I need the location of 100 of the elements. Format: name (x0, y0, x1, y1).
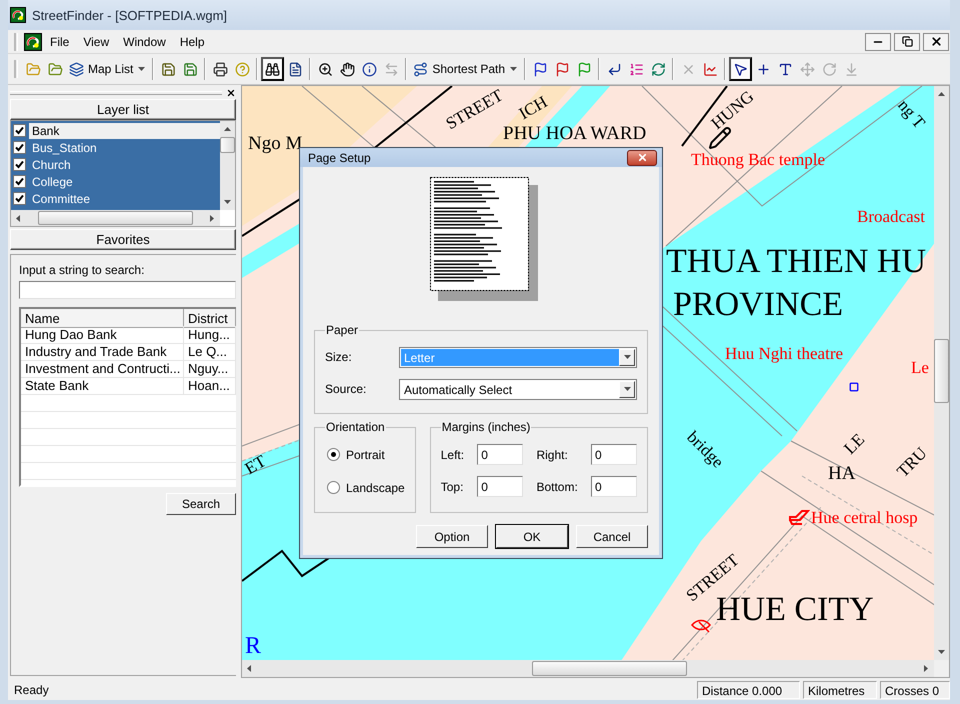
minimize-button[interactable] (865, 32, 891, 50)
table-cell[interactable]: State Bank (21, 377, 184, 394)
layer-list-header[interactable]: Layer list (10, 99, 236, 120)
pointer-icon[interactable] (729, 57, 752, 81)
map-label: PROVINCE (672, 285, 844, 325)
close-icon (636, 152, 648, 163)
radio-label[interactable]: Portrait (346, 448, 385, 462)
down-arrow-icon (223, 198, 232, 206)
map-label: Thuong Bac temple (690, 149, 826, 170)
table-cell[interactable]: Le Q... (184, 343, 236, 360)
column-header[interactable]: Name (21, 309, 184, 328)
dropdown-field[interactable]: Automatically Select (399, 378, 637, 400)
close-button[interactable] (627, 150, 657, 166)
scroll-thumb[interactable] (38, 211, 193, 225)
map-label: HA (827, 462, 856, 486)
vertical-scrollbar[interactable] (220, 121, 235, 210)
field-label: Left: (440, 448, 464, 462)
close-icon (930, 35, 942, 48)
checkbox[interactable] (13, 124, 26, 137)
checkbox[interactable] (13, 158, 26, 171)
margin-field[interactable]: 0 (591, 444, 637, 465)
menu-item[interactable]: View (77, 32, 116, 50)
field-label: Source: (325, 382, 368, 396)
dialog-button[interactable]: OK (496, 525, 568, 548)
margin-field[interactable]: 0 (477, 476, 524, 497)
status-text: Crosses 0 (880, 680, 950, 698)
field-label: Bottom: (536, 480, 578, 494)
horizontal-scrollbar[interactable] (11, 210, 220, 226)
table-cell[interactable]: Hung... (184, 326, 236, 343)
map-label: LE (839, 428, 870, 460)
square-marker-icon (849, 382, 859, 392)
map-label: R (244, 632, 262, 660)
layer-item[interactable]: Church (29, 156, 220, 172)
table-cell[interactable]: Nguy... (184, 360, 236, 377)
status-text: Ready (13, 682, 50, 698)
menu-item[interactable]: Help (174, 32, 211, 50)
layers-icon (69, 62, 84, 76)
radio-button[interactable] (327, 481, 340, 494)
binoculars-icon[interactable] (261, 57, 284, 81)
app-logo-icon (10, 7, 26, 23)
scroll-thumb[interactable] (532, 661, 687, 676)
restore-icon (902, 36, 912, 47)
layer-item[interactable]: Committee (29, 190, 220, 206)
favorites-header[interactable]: Favorites (10, 229, 236, 250)
radio-button[interactable] (327, 448, 340, 461)
map-label: Le (910, 357, 930, 378)
dialog-title: Page Setup (308, 150, 371, 164)
map-label: ET (242, 450, 270, 480)
layer-item[interactable]: College (29, 174, 220, 190)
left-arrow-icon (14, 214, 23, 222)
map-label: Hue cetral hosp (810, 507, 919, 528)
checkbox[interactable] (13, 141, 26, 154)
map-label: Ngo M (247, 132, 304, 156)
map-list-button[interactable]: Map List (66, 57, 150, 81)
close-button[interactable] (923, 32, 949, 50)
dialog-button[interactable]: Option (416, 525, 488, 548)
scroll-thumb[interactable] (934, 339, 949, 403)
group-legend: Paper (325, 323, 360, 337)
group-legend: Orientation (325, 420, 386, 434)
up-arrow-icon (937, 90, 946, 98)
vertical-scrollbar[interactable] (934, 86, 949, 660)
checkbox[interactable] (13, 175, 26, 188)
table-cell[interactable]: Hoan... (184, 377, 236, 394)
search-label: Input a string to search: (19, 263, 146, 277)
up-arrow-icon (223, 124, 232, 134)
route-icon (413, 62, 428, 76)
shortest-path-button[interactable]: Shortest Path (410, 57, 522, 81)
map-label: Broadcast (856, 206, 926, 228)
table-cell[interactable]: Investment and Contructi... (21, 360, 184, 377)
field-label: Top: (440, 480, 464, 494)
radio-label[interactable]: Landscape (346, 480, 405, 494)
search-field[interactable] (19, 281, 236, 299)
field-label: Size: (325, 350, 353, 364)
eye-marker-icon (691, 619, 711, 633)
restore-button[interactable] (894, 32, 920, 50)
status-text: Distance 0.000 (697, 680, 800, 698)
layer-item[interactable]: Bank (29, 122, 220, 138)
column-header[interactable]: District (184, 309, 236, 328)
hospital-marker-icon (788, 508, 810, 526)
app-logo-icon (24, 32, 42, 50)
map-label: ng T (893, 94, 930, 134)
scroll-thumb[interactable] (220, 137, 235, 153)
table-cell[interactable]: Hung Dao Bank (21, 326, 184, 343)
layer-item[interactable]: Bus_Station (29, 140, 220, 156)
dialog-button[interactable]: Cancel (576, 525, 648, 548)
table-cell[interactable]: Industry and Trade Bank (21, 343, 184, 360)
menu-item[interactable]: File (44, 32, 76, 50)
menu-item[interactable]: Window (117, 32, 172, 50)
margin-field[interactable]: 0 (477, 444, 524, 465)
down-arrow-icon (622, 384, 632, 394)
close-icon[interactable] (226, 88, 236, 98)
map-label: Huu Nghi theatre (724, 343, 844, 364)
search-button[interactable]: Search (166, 493, 236, 515)
map-label: THUA THIEN HU (665, 242, 928, 282)
horizontal-scrollbar[interactable] (242, 660, 934, 677)
field-label: Right: (536, 448, 569, 462)
margin-field[interactable]: 0 (591, 476, 637, 497)
left-arrow-icon (245, 664, 254, 672)
status-text: Kilometres (803, 680, 877, 698)
checkbox[interactable] (13, 192, 26, 205)
